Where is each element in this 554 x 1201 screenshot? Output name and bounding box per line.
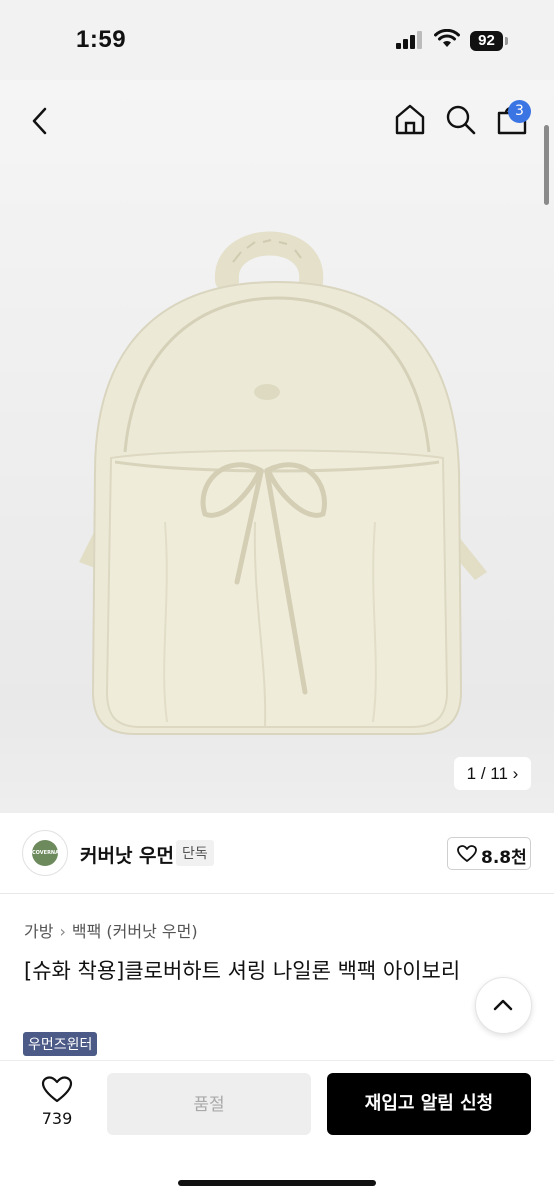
scrollbar[interactable] — [544, 125, 549, 205]
status-bar: 1:59 92 — [0, 0, 554, 80]
signal-icon — [396, 31, 422, 49]
heart-icon — [457, 845, 477, 862]
brand-logo-mark: COVERNAT — [32, 840, 62, 866]
brand-like-count: 8.8천 — [481, 848, 527, 868]
breadcrumb-category[interactable]: 가방 — [24, 922, 53, 941]
status-time: 1:59 — [76, 26, 127, 53]
image-counter[interactable]: 1 / 11 › — [454, 757, 531, 790]
search-icon[interactable] — [444, 103, 478, 137]
product-image — [79, 231, 487, 735]
battery-tip — [505, 37, 508, 45]
chevron-right-icon: › — [59, 922, 66, 941]
battery-indicator: 92 — [470, 31, 503, 51]
chevron-up-icon — [493, 999, 513, 1011]
breadcrumb: 가방 › 백팩 (커버낫 우먼) — [24, 918, 198, 942]
cart-count-badge: 3 — [508, 100, 531, 123]
brand-name[interactable]: 커버낫 우먼 — [80, 841, 174, 868]
scroll-top-button[interactable] — [475, 977, 532, 1034]
exclusive-badge: 단독 — [176, 840, 214, 866]
heart-icon — [41, 1076, 73, 1103]
breadcrumb-subcategory[interactable]: 백팩 (커버낫 우먼) — [72, 922, 198, 941]
chevron-right-icon: › — [512, 764, 519, 783]
home-icon[interactable] — [393, 102, 427, 136]
product-tag[interactable]: 우먼즈윈터 — [23, 1032, 98, 1056]
restock-alert-button[interactable]: 재입고 알림 신청 — [327, 1073, 531, 1135]
product-title: [슈화 착용]클로버하트 셔링 나일론 백팩 아이보리 — [24, 959, 461, 983]
home-indicator — [178, 1180, 376, 1186]
back-icon[interactable] — [26, 103, 56, 139]
image-counter-label: 1 / 11 — [466, 764, 508, 783]
brand-row: COVERNAT 커버낫 우먼 단독 8.8천 — [0, 813, 554, 894]
brand-logo[interactable]: COVERNAT — [22, 830, 68, 876]
wifi-icon — [434, 29, 460, 47]
soldout-button: 품절 — [107, 1073, 311, 1135]
wishlist-button[interactable]: 739 — [30, 1074, 84, 1134]
brand-like-button[interactable]: 8.8천 — [447, 837, 531, 870]
wishlist-count: 739 — [41, 1109, 73, 1128]
